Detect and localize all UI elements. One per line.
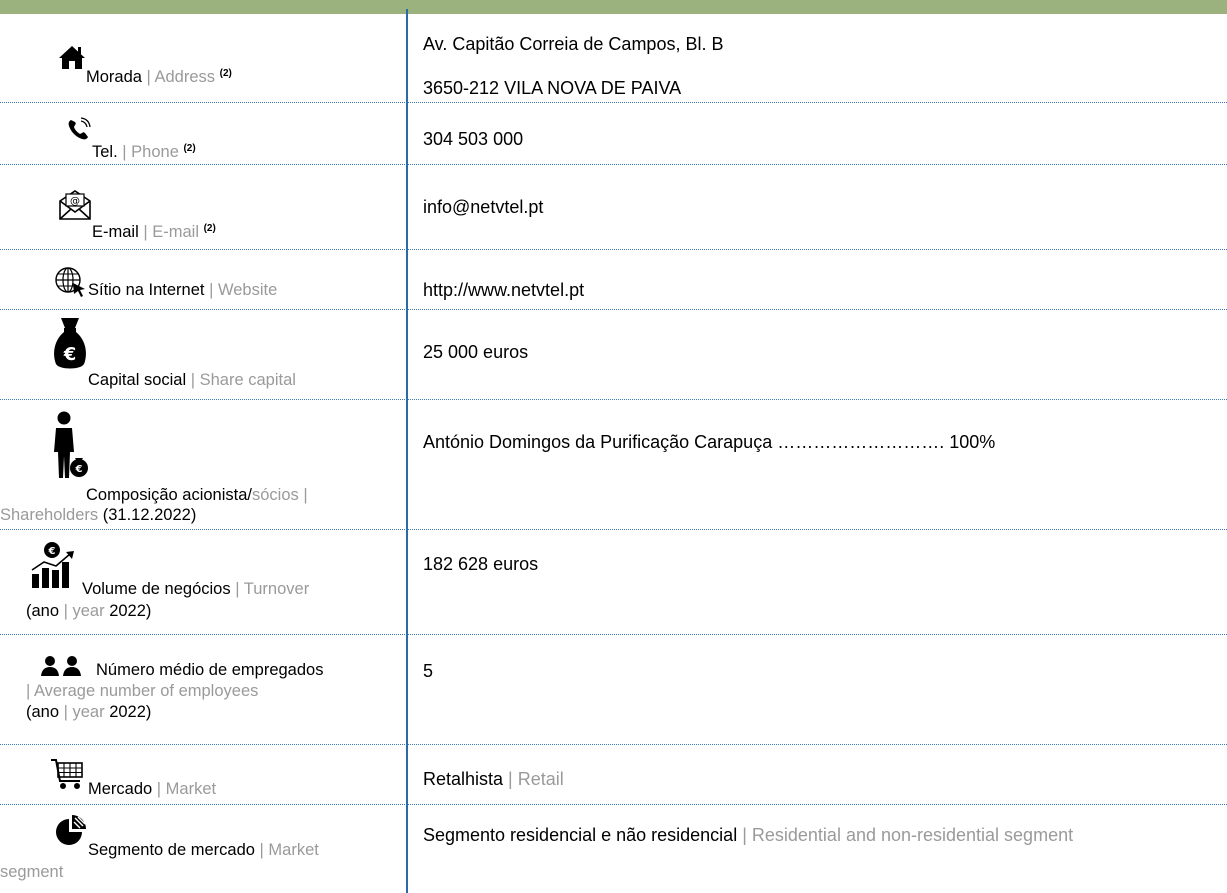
address-line-1: Av. Capitão Correia de Campos, Bl. B — [423, 34, 724, 54]
row-market: Mercado | Market Retalhista | Retail — [0, 745, 1227, 805]
pie-chart-icon — [56, 815, 86, 845]
row-share-capital: € Capital social | Share capital 25 000 … — [0, 310, 1227, 400]
turnover-chart-icon: € — [31, 542, 74, 588]
row-address: Morada | Address (2) Av. Capitão Correia… — [0, 14, 1227, 103]
cart-icon — [51, 759, 83, 789]
svg-text:€: € — [75, 464, 83, 475]
market-value: Retalhista | Retail — [423, 769, 564, 789]
segment-value: Segmento residencial e não residencial |… — [423, 825, 1074, 845]
phone-icon — [68, 117, 91, 140]
svg-text:€: € — [63, 344, 77, 365]
shareholders-label: Composição acionista/sócios | — [86, 486, 308, 504]
email-label: E-mail | E-mail (2) — [92, 223, 216, 241]
top-bar — [0, 0, 1227, 14]
phone-value: 304 503 000 — [423, 129, 524, 149]
turnover-value: 182 628 euros — [423, 554, 539, 574]
money-bag-icon: € — [54, 318, 86, 369]
row-employees: Número médio de empregados | Average num… — [0, 635, 1227, 745]
turnover-year: (ano | year 2022) — [26, 602, 152, 620]
globe-cursor-icon — [55, 267, 85, 297]
turnover-label: Volume de negócios | Turnover — [82, 580, 310, 598]
row-website: Sítio na Internet | Website http://www.n… — [0, 250, 1227, 310]
envelope-icon: @ — [59, 190, 91, 220]
share-capital-label: Capital social | Share capital — [88, 371, 296, 389]
website-value[interactable]: http://www.netvtel.pt — [423, 278, 1213, 302]
employees-value: 5 — [423, 661, 434, 681]
address-line-2: 3650-212 VILA NOVA DE PAIVA — [423, 78, 682, 98]
row-email: @ E-mail | E-mail (2) info@netvtel.pt — [0, 165, 1227, 250]
employees-year: (ano | year 2022) — [26, 703, 152, 721]
employees-label-line2: | Average number of employees — [26, 682, 259, 700]
email-value[interactable]: info@netvtel.pt — [423, 195, 1213, 219]
shareholder-icon: € — [54, 411, 88, 478]
house-icon — [59, 46, 85, 69]
employees-icon — [41, 656, 81, 676]
svg-text:€: € — [48, 546, 56, 557]
shareholders-value: António Domingos da Purificação Carapuça… — [423, 432, 996, 452]
row-phone: Tel. | Phone (2) 304 503 000 — [0, 103, 1227, 165]
row-shareholders: € Composição acionista/sócios | Sharehol… — [0, 400, 1227, 530]
svg-text:@: @ — [70, 196, 80, 207]
share-capital-value: 25 000 euros — [423, 342, 529, 362]
row-segment: Segmento de mercado | Market segment Seg… — [0, 805, 1227, 893]
row-turnover: € Volume de negócios | Turnover (ano | y… — [0, 530, 1227, 635]
segment-label-line2: segment — [0, 863, 64, 881]
shareholders-label-line2: Shareholders (31.12.2022) — [0, 506, 197, 524]
